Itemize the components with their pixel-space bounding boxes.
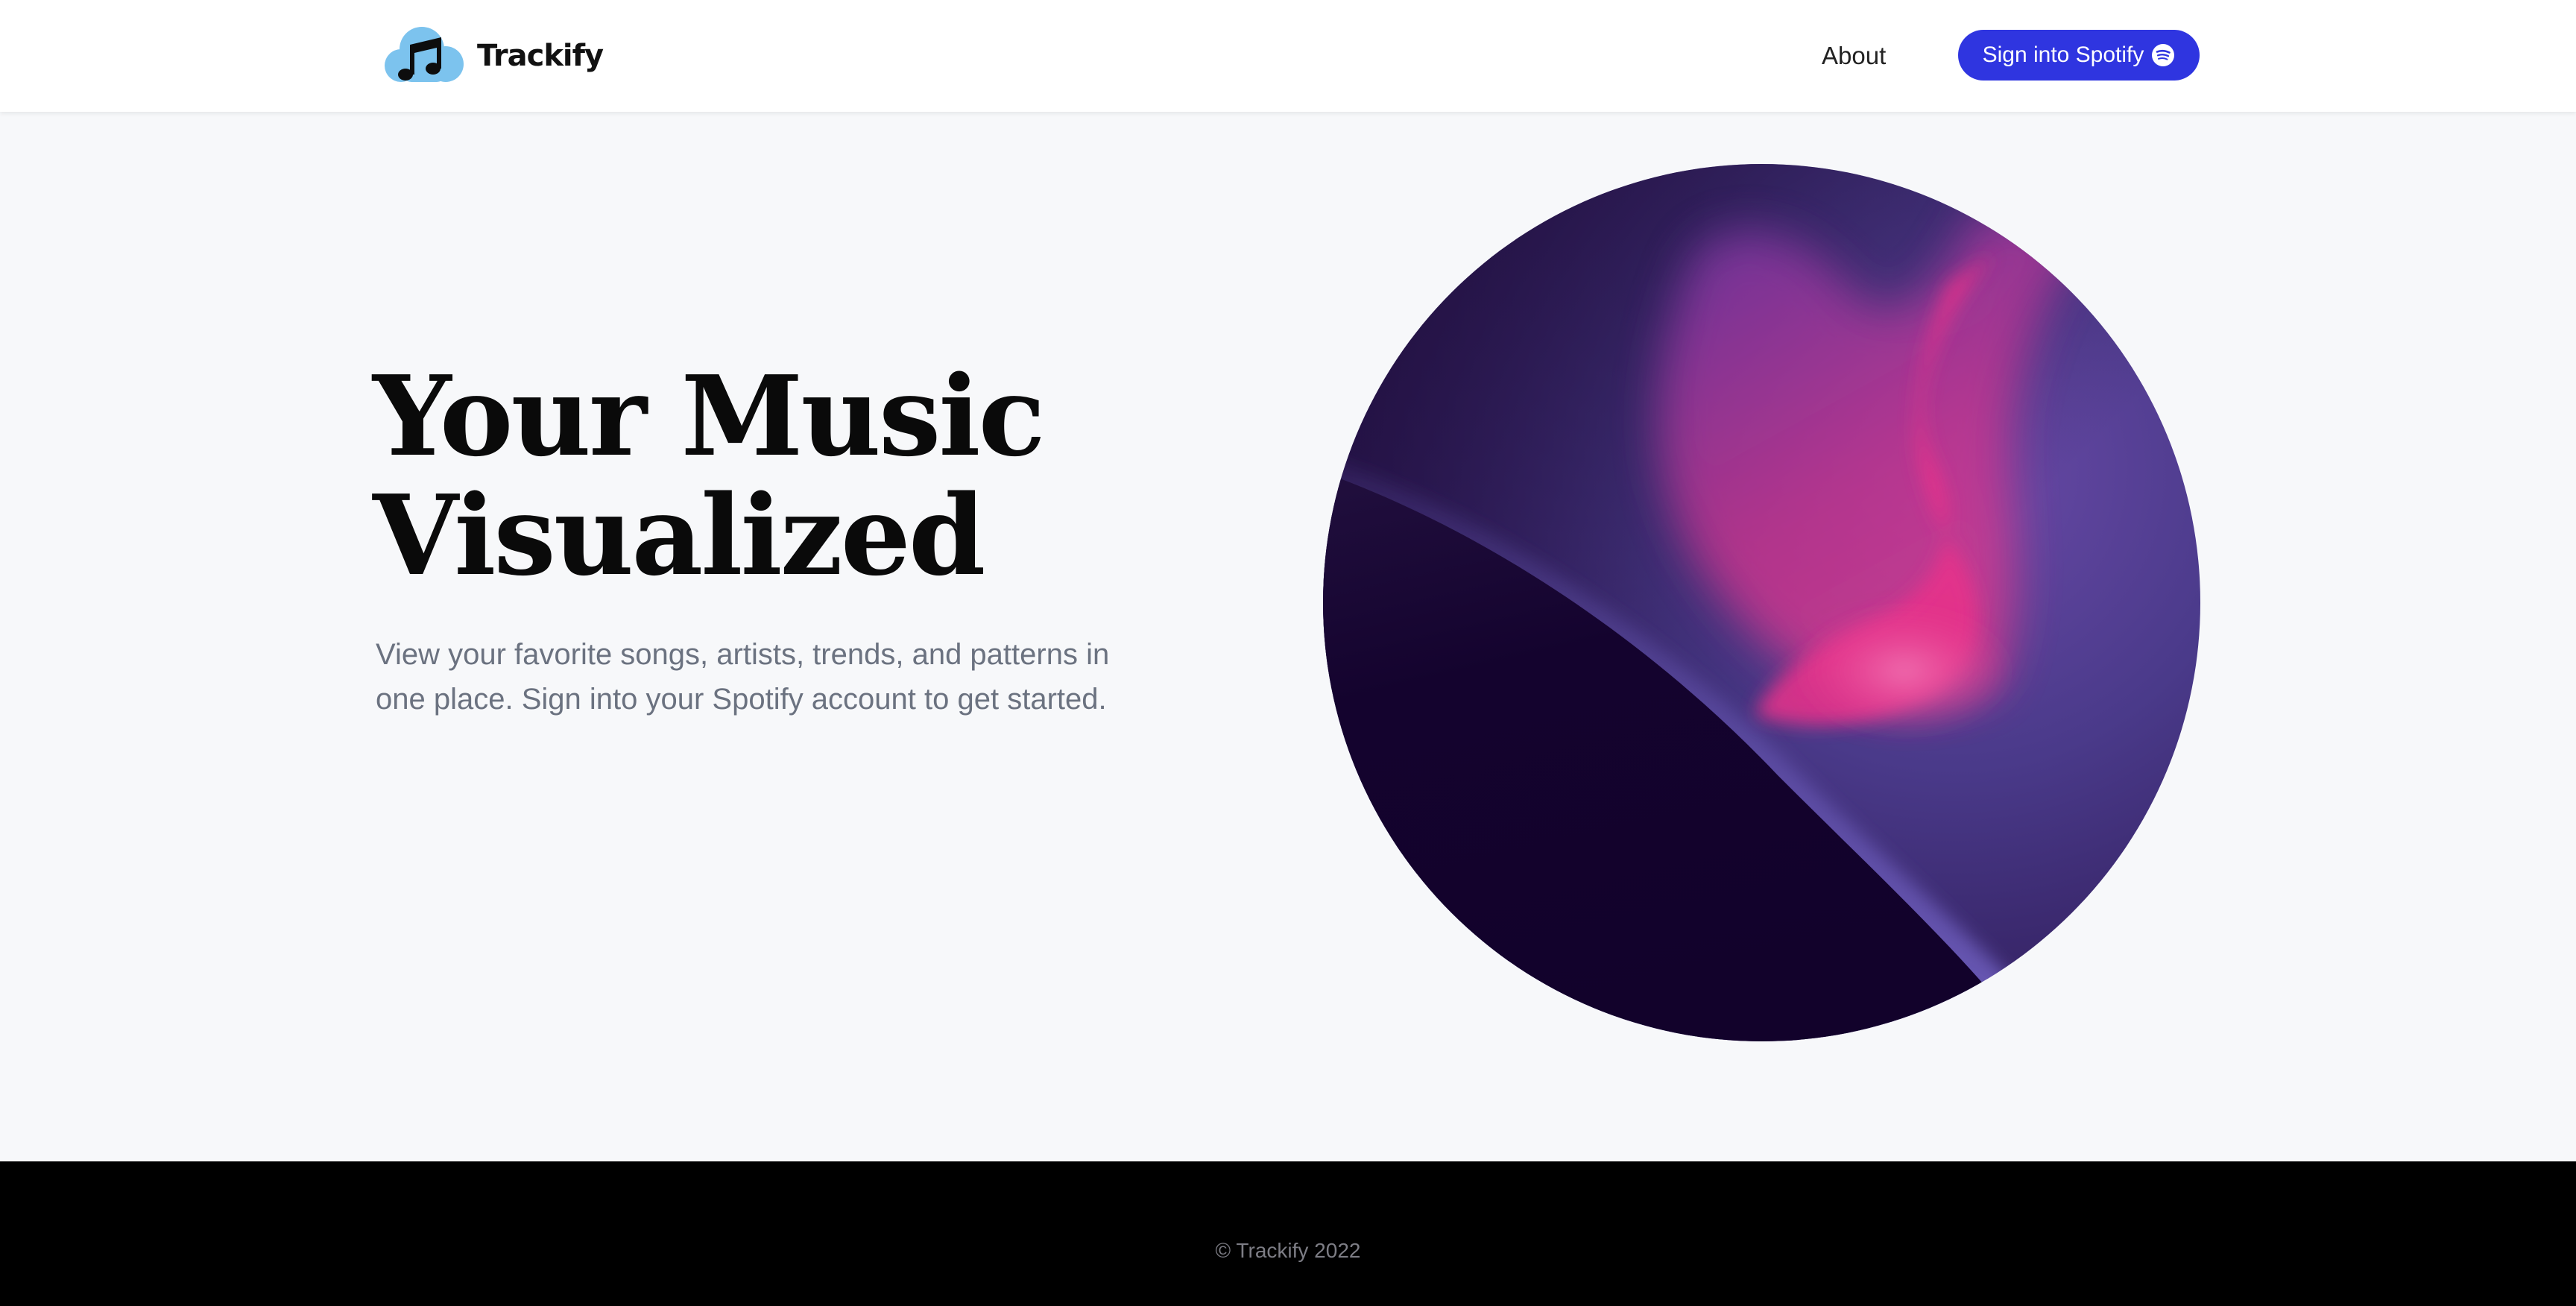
top-navbar: Trackify About Sign into Spotify (0, 0, 2576, 112)
landing-page: Trackify About Sign into Spotify Your Mu… (0, 0, 2576, 1306)
home-logo-link[interactable]: Trackify (379, 22, 604, 89)
site-footer: © Trackify 2022 (0, 1161, 2576, 1306)
cloud-music-note-icon (385, 27, 464, 82)
hero-title-line-1: Your Music (373, 351, 1046, 481)
sign-in-button-label: Sign into Spotify (1982, 42, 2144, 67)
copyright-text: © Trackify 2022 (1215, 1239, 1361, 1262)
abstract-gradient-circle-image (1323, 164, 2200, 1041)
nav-about-link[interactable]: About (1822, 37, 1886, 75)
brand-name: Trackify (477, 39, 604, 73)
sign-into-spotify-button[interactable]: Sign into Spotify (1958, 30, 2200, 81)
hero-subtitle: View your favorite songs, artists, trend… (376, 638, 1110, 716)
hero-title-line-2: Visualized (373, 470, 985, 600)
spotify-icon (2152, 44, 2175, 66)
hero-title: Your Music Visualized (373, 351, 1046, 600)
